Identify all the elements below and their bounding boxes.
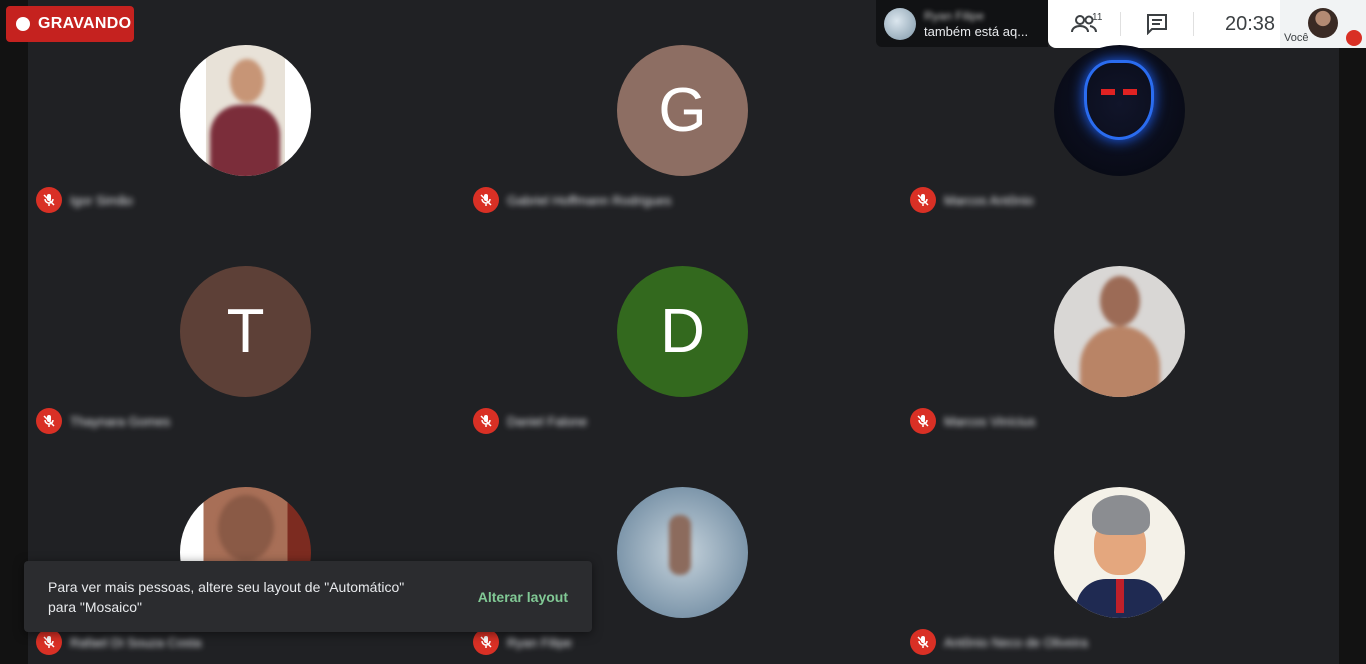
- right-margin: [1339, 0, 1366, 664]
- participant-name: Marcos Vinícius: [944, 413, 1036, 429]
- participant-tile[interactable]: Marcos Antônio: [902, 29, 1339, 250]
- mic-off-icon: [473, 408, 499, 434]
- participant-name: Rafael Di Souza Costa: [70, 634, 202, 650]
- avatar: G: [617, 45, 748, 176]
- avatar: [1054, 45, 1185, 176]
- participant-tile[interactable]: D Daniel Falone: [465, 250, 902, 471]
- notification-name: Ryan Filipe: [924, 8, 985, 23]
- avatar: [1054, 266, 1185, 397]
- avatar: D: [617, 266, 748, 397]
- participant-tile[interactable]: Marcos Vinícius: [902, 250, 1339, 471]
- mic-off-icon: [36, 408, 62, 434]
- participant-name: Marcos Antônio: [944, 192, 1034, 208]
- participant-tile[interactable]: T Thaynara Gomes: [28, 250, 465, 471]
- mic-off-icon: [1346, 30, 1362, 46]
- avatar-initial: D: [660, 297, 705, 366]
- participant-tile[interactable]: G Gabriel Hoffmann Rodrigues: [465, 29, 902, 250]
- toast-message: Para ver mais pessoas, altere seu layout…: [48, 578, 405, 615]
- participant-name: Daniel Falone: [507, 413, 588, 429]
- participant-tile[interactable]: Igor Simão: [28, 29, 465, 250]
- mic-off-icon: [910, 187, 936, 213]
- participant-tile[interactable]: Antônio Neco de Oliveira: [902, 471, 1339, 664]
- avatar: [180, 45, 311, 176]
- mic-off-icon: [473, 629, 499, 655]
- layout-toast: Para ver mais pessoas, altere seu layout…: [24, 561, 592, 632]
- mic-off-icon: [36, 629, 62, 655]
- change-layout-button[interactable]: Alterar layout: [478, 589, 568, 605]
- participant-name: Ryan Filipe: [507, 634, 573, 650]
- mic-off-icon: [473, 187, 499, 213]
- avatar: T: [180, 266, 311, 397]
- avatar: [617, 487, 748, 618]
- participant-name: Igor Simão: [70, 192, 133, 208]
- mic-off-icon: [910, 629, 936, 655]
- participant-name: Thaynara Gomes: [70, 413, 171, 429]
- avatar-initial: G: [658, 76, 707, 145]
- participant-name: Gabriel Hoffmann Rodrigues: [507, 192, 672, 208]
- mic-off-icon: [36, 187, 62, 213]
- avatar-initial: T: [226, 297, 265, 366]
- avatar: [1054, 487, 1185, 618]
- participant-count: 11: [1092, 12, 1103, 23]
- mic-off-icon: [910, 408, 936, 434]
- participant-name: Antônio Neco de Oliveira: [944, 634, 1088, 650]
